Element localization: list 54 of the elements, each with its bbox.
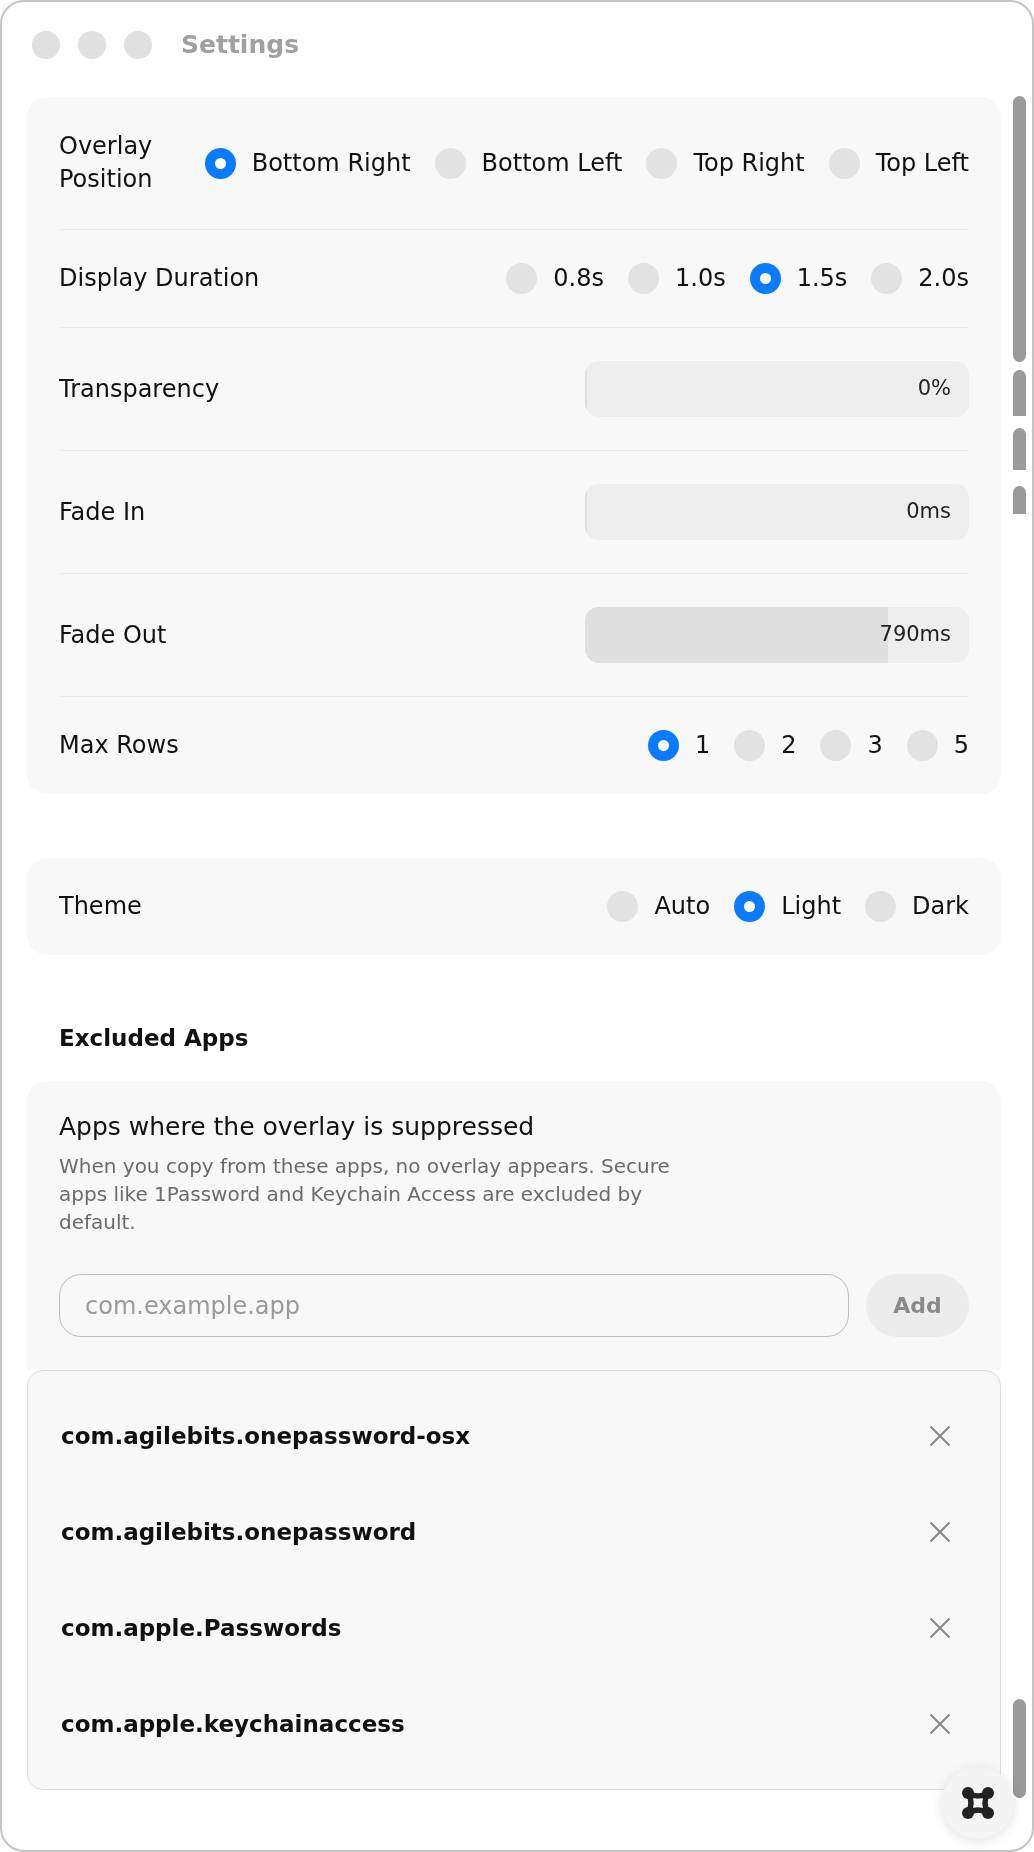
radio-option[interactable]: 1.0s [628,263,726,294]
radio-button[interactable] [749,263,781,294]
radio-option[interactable]: 3 [820,730,883,761]
radio-option[interactable]: 1 [647,730,711,761]
scrollbar-thumb[interactable] [1013,96,1026,362]
radio-option[interactable]: Top Left [828,147,969,179]
window-control[interactable] [124,31,152,59]
close-icon [930,1618,950,1638]
app-identifier: com.apple.keychainaccess [61,1709,405,1739]
slider-value: 790ms [879,621,951,649]
radio-option[interactable]: 2.0s [871,263,969,294]
setting-label: Theme [59,891,142,922]
setting-label: Display Duration [59,263,260,294]
slider-track[interactable]: 0% [585,361,969,417]
input-field[interactable]: com.example.app [59,1274,849,1337]
slider-track[interactable]: 790ms [585,607,969,663]
close-icon [930,1714,950,1734]
slider-track[interactable]: 0ms [585,484,969,540]
radio-option[interactable]: Dark [865,891,969,922]
setting-label: Overlay Position [59,131,154,195]
app-identifier: com.agilebits.onepassword [61,1517,417,1547]
radio-option[interactable]: Bottom Right [204,147,411,179]
window-control[interactable] [32,31,60,59]
app-identifier: com.apple.Passwords [61,1613,342,1643]
scrollbar-thumb[interactable] [1013,486,1026,514]
setting-label: Fade Out [59,620,167,651]
scrollbar-thumb[interactable] [1013,1699,1026,1798]
slider-value: 0ms [906,498,951,526]
radio-button[interactable] [647,730,679,761]
radio-button[interactable] [734,891,766,922]
scrollbar-thumb[interactable] [1013,428,1026,470]
radio-option[interactable]: Auto [607,891,711,922]
setting-label: Max Rows [59,730,179,761]
radio-option[interactable]: Light [734,891,842,922]
radio-option[interactable]: Top Right [646,147,805,179]
radio-option[interactable]: 2 [734,730,797,761]
four-dot-ring-icon [961,1786,995,1820]
window-title: Settings [181,29,299,62]
setting-label: Transparency [59,374,220,405]
radio-option[interactable]: 0.8s [506,263,604,294]
slider-value: 0% [917,375,951,403]
radio-option[interactable]: 5 [906,730,969,761]
window-control[interactable] [78,31,106,59]
radio-option[interactable]: 1.5s [749,263,848,294]
scrollbar-thumb[interactable] [1013,370,1026,416]
close-icon [930,1426,950,1446]
app-identifier: com.agilebits.onepassword-osx [61,1421,471,1451]
radio-option[interactable]: Bottom Left [434,147,623,179]
close-icon [930,1522,950,1542]
setting-label: Fade In [59,497,146,528]
card-description: When you copy from these apps, no overlay appears. Secure apps like 1Password and Keychain Access are excluded by default. [59,1153,671,1236]
section-heading: Excluded Apps [59,1025,249,1051]
card-title: Apps where the overlay is suppressed [59,1111,535,1143]
radio-button[interactable] [204,147,236,179]
